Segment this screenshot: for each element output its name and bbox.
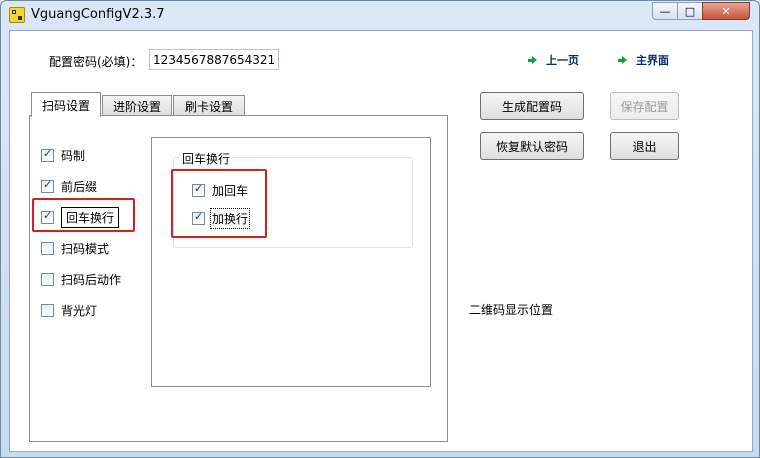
tab-scan-settings[interactable]: 扫码设置 (31, 92, 101, 117)
arrow-right-icon (618, 56, 627, 64)
password-input[interactable] (149, 49, 279, 70)
client-area: 配置密码(必填)： 上一页 主界面 扫码设置 进阶设置 刷卡设置 码制 前后缀 (9, 30, 753, 452)
option-backlight[interactable]: 背光灯 (41, 302, 97, 319)
option-label: 背光灯 (61, 304, 98, 318)
password-label: 配置密码(必填)： (49, 55, 143, 69)
close-button[interactable]: ✕ (702, 2, 750, 20)
option-label: 加换行 (209, 208, 251, 229)
button-label: 退出 (632, 139, 657, 154)
minimize-button[interactable]: — (652, 2, 678, 20)
option-code-type[interactable]: 码制 (41, 147, 85, 164)
option-after-scan-action[interactable]: 扫码后动作 (41, 271, 121, 288)
home-label: 主界面 (636, 54, 669, 67)
option-scan-mode[interactable]: 扫码模式 (41, 240, 109, 257)
checkbox-checked-icon[interactable] (41, 178, 54, 193)
option-label: 回车换行 (61, 207, 120, 228)
generate-config-button[interactable]: 生成配置码 (480, 92, 584, 120)
option-label: 扫码后动作 (61, 273, 122, 287)
option-enter-newline[interactable]: 回车换行 (41, 207, 120, 228)
title-bar[interactable]: VguangConfigV2.3.7 — □ ✕ (1, 1, 759, 30)
option-prefix-suffix[interactable]: 前后缀 (41, 178, 97, 195)
save-config-button[interactable]: 保存配置 (610, 92, 679, 120)
arrow-right-icon (528, 56, 537, 64)
button-label: 生成配置码 (501, 99, 562, 114)
option-label: 码制 (61, 149, 86, 163)
close-icon: ✕ (721, 4, 731, 18)
maximize-button[interactable]: □ (677, 2, 703, 20)
button-label: 保存配置 (620, 99, 669, 114)
prev-page-link[interactable]: 上一页 (528, 52, 579, 68)
option-label: 前后缀 (61, 180, 98, 194)
tab-label: 进阶设置 (112, 100, 161, 114)
option-add-newline[interactable]: 加换行 (192, 208, 251, 229)
app-window: VguangConfigV2.3.7 — □ ✕ 配置密码(必填)： 上一页 主… (0, 0, 760, 458)
highlight-box-group (171, 169, 267, 238)
prev-page-label: 上一页 (546, 54, 579, 67)
tab-label: 扫码设置 (41, 98, 90, 113)
checkbox-unchecked-icon[interactable] (41, 273, 54, 286)
tab-advanced-settings[interactable]: 进阶设置 (102, 95, 172, 117)
option-label: 扫码模式 (61, 242, 110, 256)
groupbox-title: 回车换行 (179, 150, 234, 167)
qr-position-label: 二维码显示位置 (469, 303, 554, 317)
restore-default-password-button[interactable]: 恢复默认密码 (480, 132, 584, 160)
button-label: 恢复默认密码 (495, 139, 568, 154)
tab-card-settings[interactable]: 刷卡设置 (173, 95, 245, 117)
checkbox-unchecked-icon[interactable] (41, 304, 54, 317)
tab-label: 刷卡设置 (184, 100, 233, 114)
checkbox-checked-icon[interactable] (41, 147, 54, 162)
option-add-enter[interactable]: 加回车 (192, 182, 248, 199)
exit-button[interactable]: 退出 (610, 132, 679, 160)
checkbox-checked-icon[interactable] (192, 210, 205, 225)
checkbox-checked-icon[interactable] (41, 209, 54, 224)
option-label: 加回车 (212, 184, 249, 198)
window-title: VguangConfigV2.3.7 (31, 7, 165, 22)
maximize-icon: □ (684, 4, 696, 18)
minimize-icon: — (659, 4, 671, 18)
app-icon (9, 7, 25, 23)
checkbox-unchecked-icon[interactable] (41, 242, 54, 255)
home-link[interactable]: 主界面 (618, 52, 669, 68)
checkbox-checked-icon[interactable] (192, 182, 205, 197)
